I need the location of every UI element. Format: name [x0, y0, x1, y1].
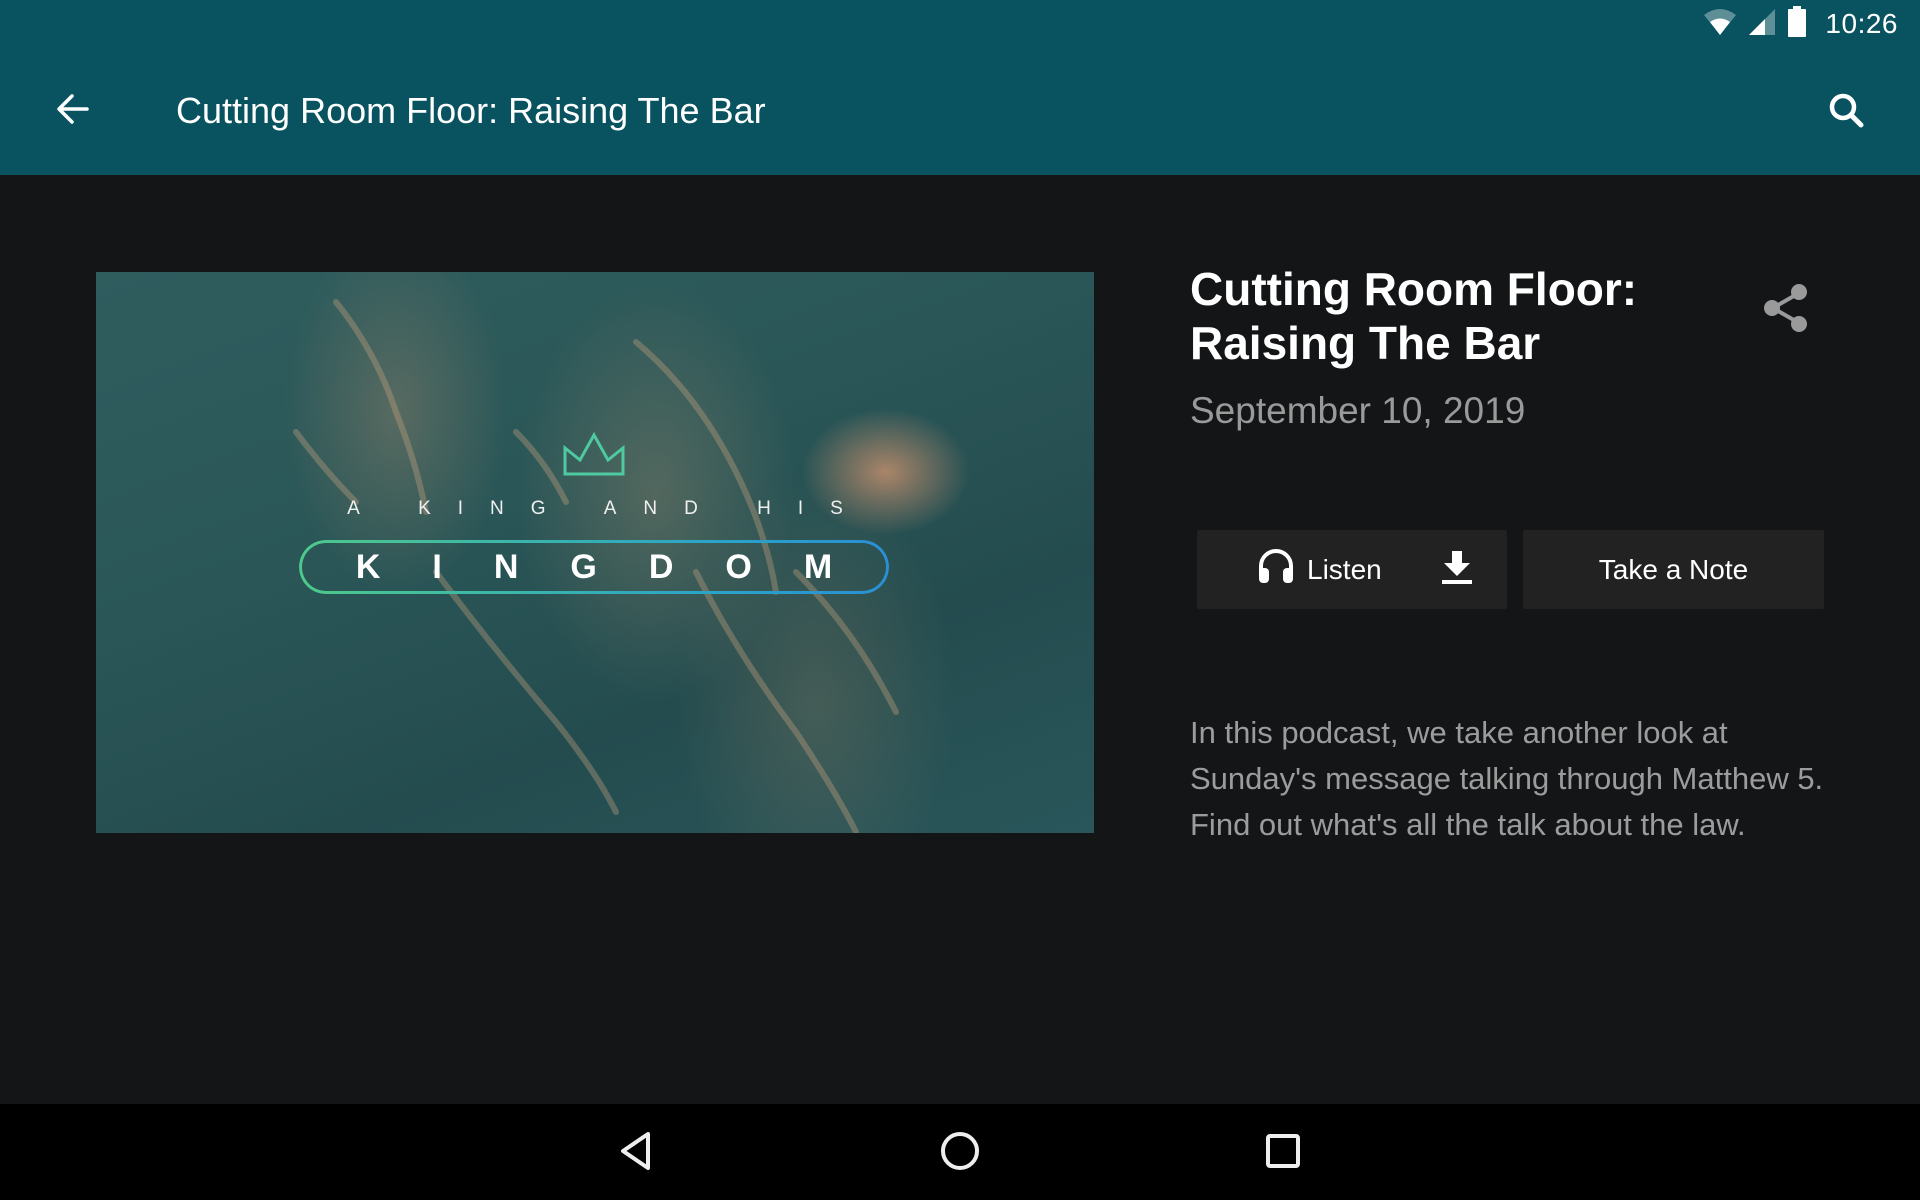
- nav-back-button[interactable]: [606, 1128, 666, 1178]
- system-nav-bar: [0, 1104, 1920, 1200]
- take-a-note-label: Take a Note: [1598, 553, 1749, 585]
- headphones-icon: [1257, 548, 1295, 591]
- artwork-subtitle: A KING AND HIS: [347, 498, 870, 519]
- sermon-artwork: A KING AND HIS KINGDOM: [96, 272, 1094, 833]
- cell-signal-icon: [1747, 7, 1777, 42]
- search-button[interactable]: [1822, 88, 1872, 138]
- nav-recents-button[interactable]: [1253, 1128, 1313, 1178]
- sermon-title: Cutting Room Floor: Raising The Bar: [1190, 263, 1638, 369]
- back-button[interactable]: [50, 88, 96, 134]
- download-icon: [1439, 549, 1475, 592]
- listen-button[interactable]: Listen: [1197, 530, 1507, 609]
- nav-back-icon: [618, 1131, 654, 1176]
- listen-action[interactable]: Listen: [1257, 530, 1382, 609]
- arrow-back-icon: [55, 91, 91, 132]
- wifi-icon: [1703, 7, 1737, 42]
- sermon-description: In this podcast, we take another look at…: [1190, 715, 1824, 842]
- listen-label: Listen: [1307, 553, 1382, 585]
- nav-home-icon: [939, 1130, 981, 1177]
- status-icons: 10:26: [1703, 5, 1898, 43]
- search-icon: [1827, 91, 1867, 136]
- artwork-title: KINGDOM: [355, 547, 885, 586]
- share-button[interactable]: [1756, 280, 1816, 340]
- status-time: 10:26: [1825, 8, 1898, 39]
- share-icon: [1761, 282, 1811, 339]
- battery-icon: [1787, 5, 1807, 43]
- status-bar: 10:26: [0, 0, 1920, 48]
- nav-home-button[interactable]: [930, 1128, 990, 1178]
- take-a-note-button[interactable]: Take a Note: [1523, 530, 1824, 609]
- nav-recents-icon: [1265, 1133, 1301, 1174]
- app-bar-title: Cutting Room Floor: Raising The Bar: [176, 90, 766, 131]
- app-bar: Cutting Room Floor: Raising The Bar: [0, 48, 1920, 175]
- crown-icon: [563, 432, 625, 476]
- sermon-date: September 10, 2019: [1190, 390, 1526, 431]
- download-button[interactable]: [1437, 550, 1477, 590]
